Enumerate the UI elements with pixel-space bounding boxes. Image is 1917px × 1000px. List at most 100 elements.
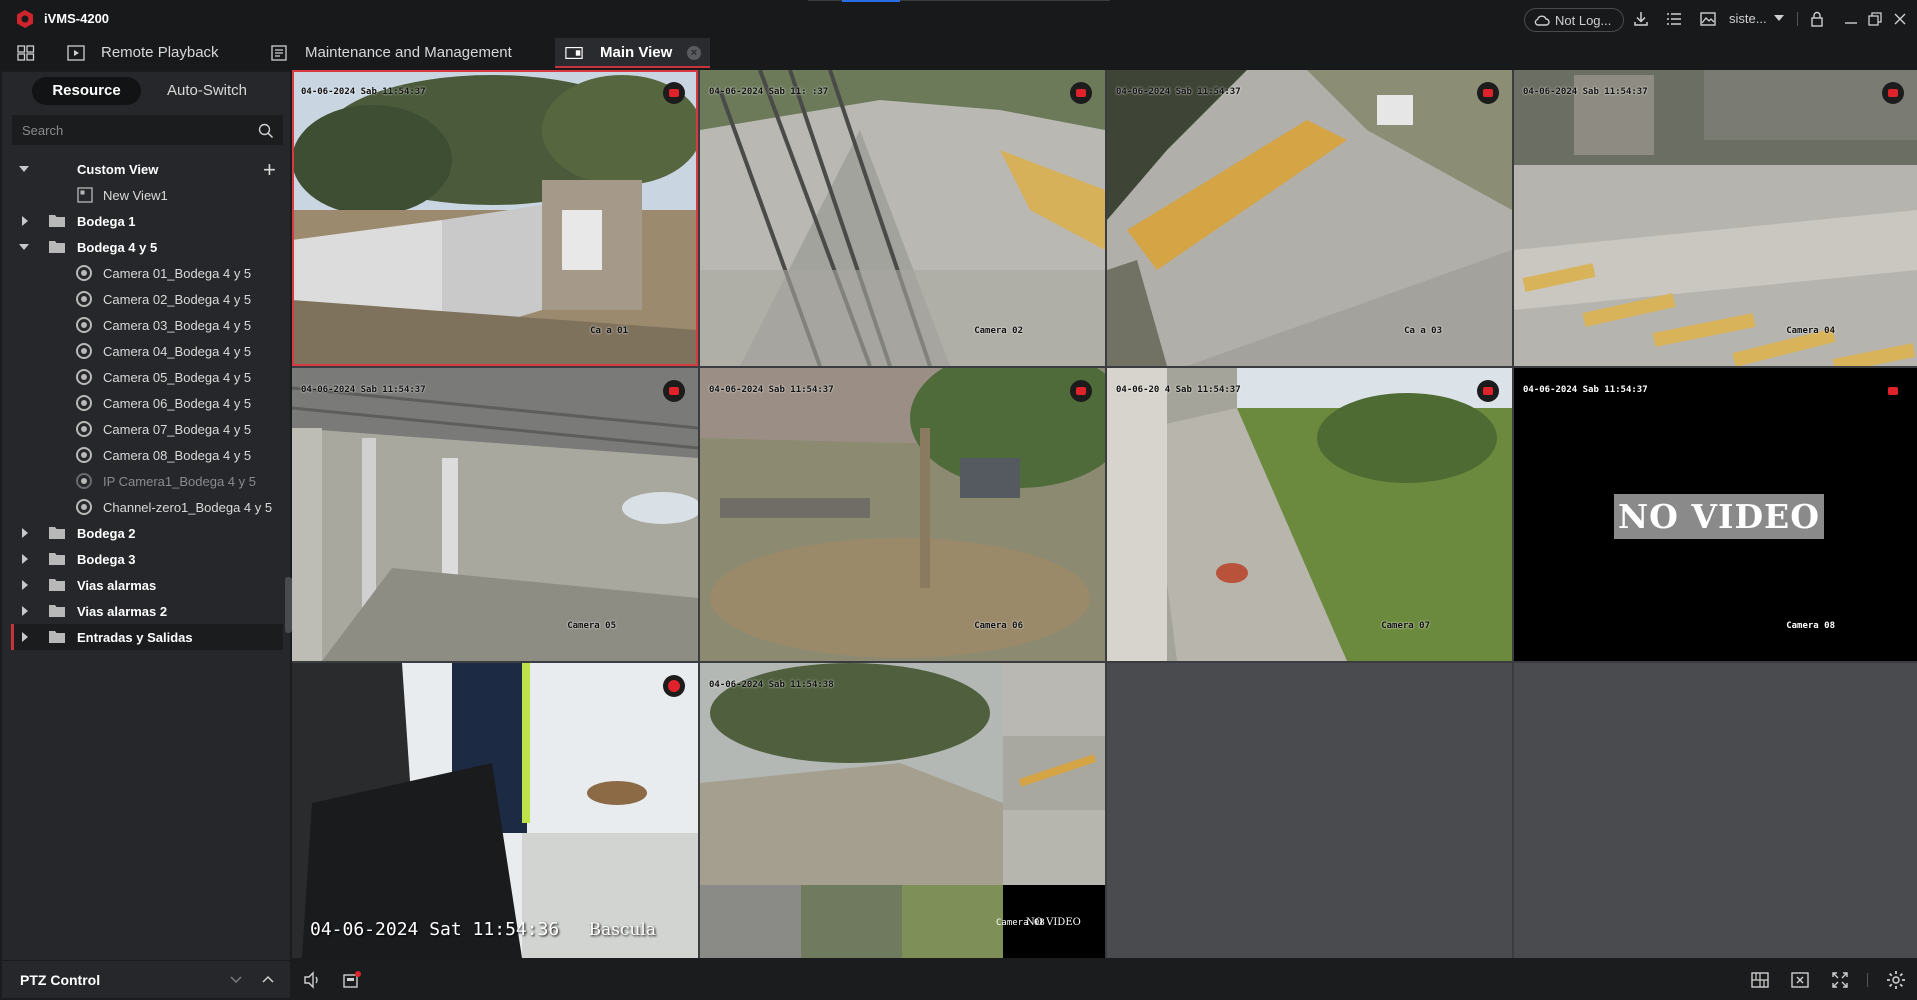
chevron-right-icon[interactable] (22, 580, 28, 590)
camera-offline-icon (76, 473, 92, 489)
tree-folder[interactable]: Bodega 3 (11, 546, 283, 572)
layout-icon[interactable] (1750, 970, 1770, 990)
tree-folder[interactable]: Bodega 2 (11, 520, 283, 546)
video-tile[interactable]: 04-06-2024 Sab 11:54:37 Camera 04 (1514, 70, 1917, 366)
recording-icon[interactable] (1882, 82, 1904, 104)
volume-icon[interactable] (302, 970, 322, 990)
auto-switch-tab[interactable]: Auto-Switch (152, 77, 262, 105)
video-tile[interactable]: 04-06-2024 Sab 11: :37 Camera 02 (700, 70, 1105, 366)
tree-label: Custom View (77, 162, 159, 177)
ptz-control-panel[interactable]: PTZ Control (2, 960, 290, 998)
chevron-right-icon[interactable] (22, 606, 28, 616)
sidebar-collapse-handle[interactable] (285, 577, 292, 633)
video-tile[interactable]: 04-06-20 4 Sab 11:54:37 Camera 07 (1107, 368, 1512, 661)
tree-label: Camera 05_Bodega 4 y 5 (103, 370, 252, 385)
osd-timestamp: 04-06-2024 Sab 11: :37 (709, 87, 829, 97)
close-tab-icon[interactable]: × (687, 46, 701, 60)
tab-remote-playback[interactable]: Remote Playback (60, 38, 270, 68)
recording-icon[interactable] (1477, 380, 1499, 402)
recording-icon[interactable] (1070, 380, 1092, 402)
image-icon[interactable] (1699, 10, 1717, 28)
user-menu[interactable]: siste... (1729, 11, 1767, 26)
settings-icon[interactable] (1886, 970, 1906, 990)
tab-main-view[interactable]: Main View × (555, 38, 710, 68)
video-tile[interactable]: 04-06-2024 Sab 11:54:37 NO VIDEO Camera … (1514, 368, 1917, 661)
osd-camera-name: Ca a 01 (590, 326, 628, 336)
osd-timestamp: 04-06-2024 Sab 11:54:37 (301, 87, 426, 97)
tree-label: Vias alarmas (77, 578, 157, 593)
download-icon[interactable] (1632, 10, 1650, 28)
divider (1797, 12, 1798, 26)
account-label: Not Log... (1555, 13, 1612, 28)
cloud-icon (1534, 15, 1550, 26)
camera-feed-image (292, 368, 698, 661)
tree-label: Bodega 1 (77, 214, 136, 229)
recording-icon[interactable] (663, 675, 685, 697)
hikvision-logo (17, 10, 33, 28)
chevron-right-icon[interactable] (22, 632, 28, 642)
tree-folder[interactable]: Bodega 1 (11, 208, 283, 234)
tree-label: Bodega 2 (77, 526, 136, 541)
tree-folder[interactable]: Vias alarmas (11, 572, 283, 598)
camera-feed-image (1514, 70, 1917, 366)
tree-item-view[interactable]: New View1 (11, 182, 283, 208)
chevron-down-icon[interactable] (1774, 15, 1784, 21)
resource-sidebar: Resource Auto-Switch Custom View + New V… (2, 72, 292, 960)
osd-timestamp: 04-06-2024 Sab 11:54:37 (1116, 87, 1241, 97)
video-tile[interactable]: 04-06-2024 Sab 11:54:37 Ca a 03 (1107, 70, 1512, 366)
video-tile[interactable]: 04-06-2024 Sab 11:54:37 Camera 05 (292, 368, 698, 661)
folder-icon (49, 631, 65, 643)
lock-icon[interactable] (1808, 10, 1826, 28)
chevron-up-icon[interactable] (262, 974, 274, 984)
empty-video-tile[interactable] (1514, 663, 1917, 958)
chevron-right-icon[interactable] (22, 554, 28, 564)
tree-camera-item[interactable]: Camera 06_Bodega 4 y 5 (11, 390, 283, 416)
tree-label: Channel-zero1_Bodega 4 y 5 (103, 500, 273, 515)
search-icon[interactable] (258, 123, 274, 139)
tree-folder-selected[interactable]: Entradas y Salidas (11, 624, 283, 650)
account-button[interactable]: Not Log... (1524, 8, 1624, 32)
resource-tab[interactable]: Resource (32, 77, 141, 105)
tree-camera-item[interactable]: Camera 03_Bodega 4 y 5 (11, 312, 283, 338)
video-tile[interactable]: 04-06-2024 Sab 11:54:37 Camera 06 (700, 368, 1105, 661)
recording-icon[interactable] (1070, 82, 1092, 104)
empty-video-tile[interactable] (1107, 663, 1512, 958)
record-all-icon[interactable] (342, 970, 362, 990)
search-input[interactable] (12, 115, 283, 145)
tree-folder[interactable]: Bodega 4 y 5 (11, 234, 283, 260)
main-menu-grid-icon[interactable] (17, 45, 35, 61)
tree-group-custom-view[interactable]: Custom View + (11, 156, 283, 182)
tab-maintenance[interactable]: Maintenance and Management (265, 38, 555, 68)
recording-icon[interactable] (1882, 380, 1904, 402)
list-icon[interactable] (1665, 10, 1683, 28)
camera-icon (76, 265, 92, 281)
chevron-right-icon[interactable] (22, 216, 28, 226)
video-tile-channel-zero[interactable]: 04-06-2024 Sab 11:54:38 Camera 08 NO VID… (700, 663, 1105, 958)
tree-camera-item[interactable]: Camera 02_Bodega 4 y 5 (11, 286, 283, 312)
tab-bar: Remote Playback Maintenance and Manageme… (0, 38, 1917, 70)
recording-icon[interactable] (663, 380, 685, 402)
chevron-down-icon[interactable] (230, 975, 242, 985)
recording-icon[interactable] (1477, 82, 1499, 104)
tree-camera-item[interactable]: Camera 05_Bodega 4 y 5 (11, 364, 283, 390)
tree-camera-item[interactable]: Camera 04_Bodega 4 y 5 (11, 338, 283, 364)
tree-camera-item[interactable]: Channel-zero1_Bodega 4 y 5 (11, 494, 283, 520)
video-tile[interactable]: 04-06-2024 Sat 11:54:36 Bascula (292, 663, 698, 958)
tree-camera-item-offline[interactable]: IP Camera1_Bodega 4 y 5 (11, 468, 283, 494)
chevron-down-icon[interactable] (19, 166, 29, 172)
chevron-right-icon[interactable] (22, 528, 28, 538)
fullscreen-icon[interactable] (1830, 970, 1850, 990)
tree-folder[interactable]: Vias alarmas 2 (11, 598, 283, 624)
video-tile[interactable]: 04-06-2024 Sab 11:54:37 Ca a 01 (292, 70, 698, 366)
tree-camera-item[interactable]: Camera 01_Bodega 4 y 5 (11, 260, 283, 286)
camera-feed-image (700, 70, 1105, 366)
minimize-icon[interactable] (1842, 10, 1860, 28)
restore-icon[interactable] (1866, 10, 1884, 28)
recording-icon[interactable] (663, 82, 685, 104)
chevron-down-icon[interactable] (19, 244, 29, 250)
close-icon[interactable] (1891, 10, 1909, 28)
close-all-icon[interactable] (1790, 970, 1810, 990)
tree-camera-item[interactable]: Camera 08_Bodega 4 y 5 (11, 442, 283, 468)
add-view-icon[interactable]: + (263, 157, 276, 183)
tree-camera-item[interactable]: Camera 07_Bodega 4 y 5 (11, 416, 283, 442)
